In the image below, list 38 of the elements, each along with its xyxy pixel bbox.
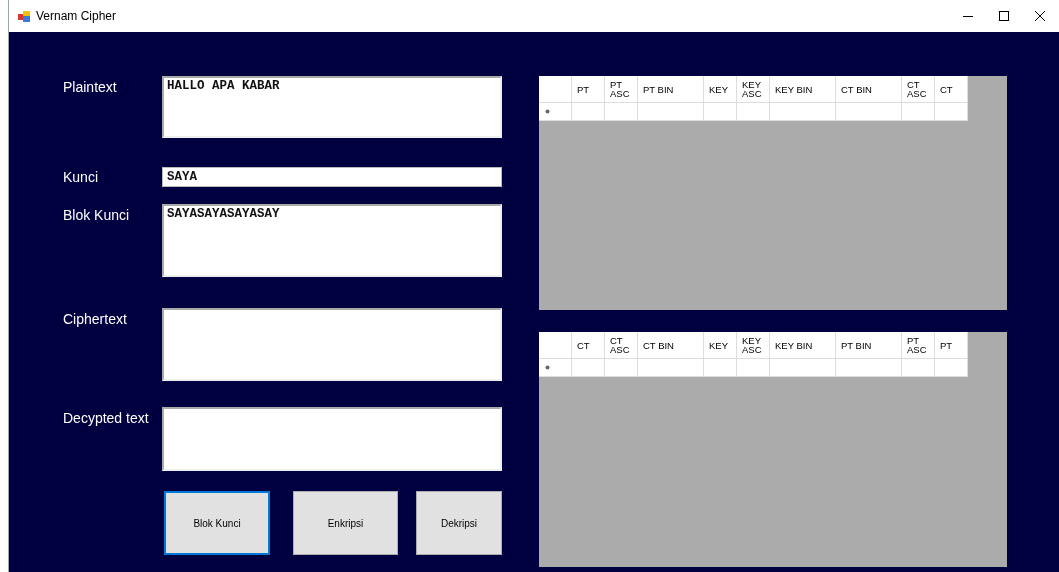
grid-cell[interactable] [572, 103, 605, 121]
grid-cell[interactable] [737, 103, 770, 121]
grid-cell[interactable] [638, 103, 704, 121]
grid-cell[interactable] [770, 359, 836, 377]
new-row-icon [545, 365, 550, 370]
grid-cell[interactable] [836, 359, 902, 377]
grid-cell[interactable] [935, 359, 968, 377]
grid-cell[interactable] [836, 103, 902, 121]
text-area[interactable] [162, 407, 502, 471]
grid-cell[interactable] [902, 359, 935, 377]
text-area[interactable]: SAYASAYASAYASAY [162, 204, 502, 277]
grid-cell[interactable] [902, 103, 935, 121]
grid-cell[interactable] [770, 103, 836, 121]
grid-cell[interactable] [605, 103, 638, 121]
app-icon [18, 10, 30, 22]
field-label: Decypted text [63, 409, 150, 426]
close-icon[interactable] [1035, 11, 1045, 21]
maximize-icon[interactable] [999, 11, 1009, 21]
window-title: Vernam Cipher [36, 9, 118, 23]
action-button[interactable]: Blok Kunci [164, 491, 270, 555]
text-area[interactable] [162, 308, 502, 381]
action-button[interactable]: Enkripsi [293, 491, 398, 555]
grid-cell[interactable] [638, 359, 704, 377]
field-label: Plaintext [63, 78, 118, 95]
grid-cell[interactable] [572, 359, 605, 377]
input-field[interactable]: SAYA [162, 167, 502, 187]
new-row-icon [545, 109, 550, 114]
grid-cell[interactable] [935, 103, 968, 121]
field-label: Ciphertext [63, 310, 128, 327]
grid-cell[interactable] [704, 359, 737, 377]
grid-cell[interactable] [605, 359, 638, 377]
grid-cell[interactable] [704, 103, 737, 121]
field-label: Blok Kunci [63, 206, 131, 223]
grid-cell[interactable] [737, 359, 770, 377]
action-button[interactable]: Dekripsi [416, 491, 502, 555]
field-label: Kunci [63, 168, 100, 185]
text-area[interactable]: HALLO APA KABAR [162, 76, 502, 138]
minimize-icon[interactable] [963, 15, 973, 17]
